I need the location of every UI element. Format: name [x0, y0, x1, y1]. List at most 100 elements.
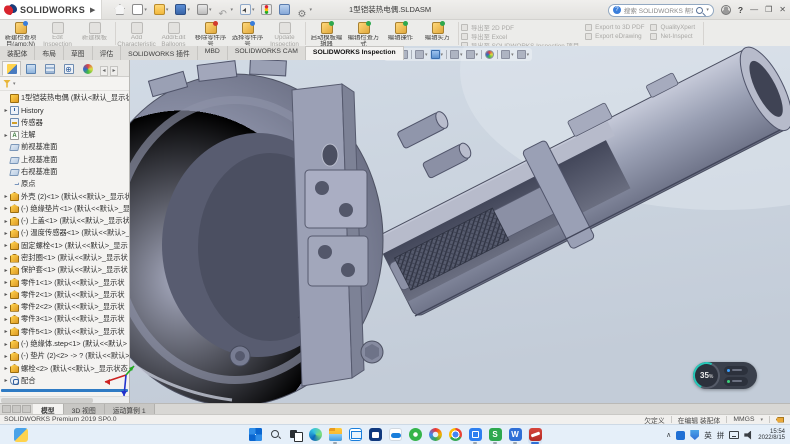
- split-pane-button[interactable]: [12, 405, 21, 413]
- dropdown-caret-icon[interactable]: ▾: [252, 7, 255, 13]
- expand-arrow-icon[interactable]: ▸: [2, 304, 10, 311]
- expand-arrow-icon[interactable]: ▸: [2, 365, 10, 372]
- doc-tab-motion-study-1[interactable]: 运动算例 1: [105, 404, 155, 414]
- dropdown-caret-icon[interactable]: ▾: [144, 7, 147, 13]
- taskbar-word-button[interactable]: [508, 428, 522, 444]
- edit-operation-button[interactable]: 编辑操作: [382, 21, 419, 42]
- help-button[interactable]: ?: [738, 5, 743, 15]
- panel-tab-dimxpertmanager[interactable]: [59, 61, 78, 76]
- qat-save-button[interactable]: ▾: [173, 3, 192, 16]
- dropdown-caret-icon[interactable]: ▾: [309, 7, 312, 13]
- qat-options-button[interactable]: ▾: [295, 3, 314, 16]
- tree-item-part2-1[interactable]: ▸零件2<1> (默认<<默认>_显示状: [0, 289, 129, 301]
- qat-undo-button[interactable]: ▾: [216, 3, 235, 16]
- dropdown-caret-icon[interactable]: ▾: [230, 7, 233, 13]
- taskbar-mail-button[interactable]: [348, 428, 362, 444]
- taskbar-onedrive-button[interactable]: [388, 428, 402, 444]
- edit-inspection-method-button[interactable]: 编辑检查方式: [345, 21, 382, 49]
- search-caret-icon[interactable]: ▾: [706, 7, 709, 13]
- tab-assembly[interactable]: 装配体: [0, 46, 35, 60]
- search-scope-icon[interactable]: [613, 6, 621, 14]
- expand-arrow-icon[interactable]: ▸: [2, 353, 10, 360]
- qat-home-button[interactable]: [112, 3, 127, 16]
- tab-sketch[interactable]: 草图: [64, 46, 93, 60]
- dropdown-caret-icon[interactable]: ▾: [527, 52, 530, 58]
- tree-item-insulation-gasket[interactable]: ▸(-) 绝缘垫片<1> (默认<<默认>_显: [0, 203, 129, 215]
- split-pane-button[interactable]: [2, 405, 11, 413]
- filter-caret-icon[interactable]: ▾: [13, 81, 16, 87]
- dropdown-caret-icon[interactable]: ▾: [209, 7, 212, 13]
- tab-cam[interactable]: SOLIDWORKS CAM: [228, 46, 306, 60]
- tree-item-history[interactable]: ▸History: [0, 104, 129, 116]
- tag-icon[interactable]: [776, 417, 784, 423]
- view-settings-button[interactable]: ▾: [517, 50, 530, 59]
- tree-item-sensors[interactable]: 传感器: [0, 117, 129, 129]
- tree-item-gasket[interactable]: ▸(-) 垫片 (2)<2> -> ? (默认<<默认>: [0, 350, 129, 362]
- tree-item-part5[interactable]: ▸零件5<1> (默认<<默认>_显示状: [0, 326, 129, 338]
- tree-item-part3[interactable]: ▸零件3<1> (默认<<默认>_显示状: [0, 313, 129, 325]
- qat-select-button[interactable]: ▾: [238, 3, 257, 16]
- tab-evaluate[interactable]: 评估: [93, 46, 122, 60]
- expand-arrow-icon[interactable]: ▸: [2, 218, 10, 225]
- tree-item-shell[interactable]: ▸外壳 (2)<1> (默认<<默认>_显示状: [0, 190, 129, 202]
- qat-open-button[interactable]: ▾: [152, 3, 171, 16]
- taskbar-file-explorer-button[interactable]: [328, 428, 342, 444]
- dropdown-caret-icon[interactable]: ▾: [425, 52, 428, 58]
- taskbar-youdao-button[interactable]: [468, 428, 482, 444]
- ime-indicator[interactable]: 拼: [717, 430, 725, 441]
- tab-scroll-left-button[interactable]: ◂: [100, 66, 108, 76]
- dropdown-caret-icon[interactable]: ▾: [460, 52, 463, 58]
- dropdown-caret-icon[interactable]: ▾: [511, 52, 514, 58]
- taskbar-browser-360-button[interactable]: [428, 428, 442, 444]
- graphics-area[interactable]: 装配体布局草图评估SOLIDWORKS 插件MBDSOLIDWORKS CAMS…: [0, 46, 790, 403]
- taskbar-task-view-button[interactable]: [288, 428, 302, 444]
- expand-arrow-icon[interactable]: ▸: [2, 242, 10, 249]
- panel-tab-displaymanager[interactable]: [78, 61, 97, 76]
- taskbar-edge-button[interactable]: [308, 428, 322, 444]
- taskbar-app-green-button[interactable]: [408, 428, 422, 444]
- search-icon[interactable]: [696, 7, 703, 14]
- expand-arrow-icon[interactable]: ▸: [2, 267, 10, 274]
- restore-button[interactable]: ❐: [765, 0, 772, 20]
- tree-item-protective-sleeve[interactable]: ▸保护套<1> (默认<<默认>_显示状: [0, 264, 129, 276]
- expand-arrow-icon[interactable]: ▸: [2, 205, 10, 212]
- tree-item-right-plane[interactable]: 右视基准面: [0, 166, 129, 178]
- expand-arrow-icon[interactable]: ▸: [2, 316, 10, 323]
- expand-arrow-icon[interactable]: ▸: [2, 279, 10, 286]
- tree-item-part1[interactable]: ▸零件1<1> (默认<<默认>_显示状: [0, 276, 129, 288]
- close-button[interactable]: ✕: [779, 0, 786, 20]
- edit-appearance-button[interactable]: [485, 50, 494, 59]
- expand-arrow-icon[interactable]: ▸: [2, 107, 10, 114]
- panel-tab-propertymanager[interactable]: [21, 61, 40, 76]
- volume-icon[interactable]: [744, 431, 753, 440]
- help-search-box[interactable]: 搜索 SOLIDWORKS 帮助 ▾: [608, 4, 714, 17]
- expand-arrow-icon[interactable]: ▸: [2, 193, 10, 200]
- apply-scene-button[interactable]: ▾: [501, 50, 514, 59]
- expand-arrow-icon[interactable]: ▸: [2, 377, 10, 384]
- solidworks-logo[interactable]: SOLIDWORKS ▶: [0, 0, 102, 19]
- tree-item-top-cover[interactable]: ▸(-) 上盖<1> (默认<<默认>_显示状: [0, 215, 129, 227]
- expand-arrow-icon[interactable]: ▸: [2, 291, 10, 298]
- expand-arrow-icon[interactable]: ▸: [2, 328, 10, 335]
- taskbar-clock[interactable]: 15:54 2022/8/15: [758, 429, 785, 442]
- widgets-icon[interactable]: [14, 428, 28, 442]
- tree-item-fixing-bolt[interactable]: ▸固定螺栓<1> (默认<<默认>_显示: [0, 240, 129, 252]
- tab-add-ins[interactable]: SOLIDWORKS 插件: [121, 46, 198, 60]
- tree-item-insulator-step[interactable]: ▸(-) 绝缘体.step<1> (默认<<默认>: [0, 338, 129, 350]
- doc-tab-model[interactable]: 模型: [33, 404, 64, 414]
- widget-button-bottom[interactable]: [724, 377, 748, 386]
- minimize-button[interactable]: —: [750, 0, 758, 20]
- tree-item-origin[interactable]: 原点: [0, 178, 129, 190]
- tray-overflow-chevron-icon[interactable]: ∧: [666, 431, 671, 439]
- taskbar-chrome-button[interactable]: [448, 428, 462, 444]
- section-view-button[interactable]: ▾: [415, 50, 428, 59]
- qat-rebuild-button[interactable]: [259, 3, 274, 16]
- panel-tab-featuremanager[interactable]: [2, 61, 21, 76]
- unit-caret-icon[interactable]: ▾: [760, 417, 763, 423]
- launch-template-editor-button[interactable]: 启动模板编辑器: [308, 21, 345, 49]
- taskbar-wps-button[interactable]: [488, 428, 502, 444]
- qat-file-properties-button[interactable]: [277, 3, 292, 16]
- tree-item-top-plane[interactable]: 上视基准面: [0, 153, 129, 165]
- new-inspection-project-button[interactable]: 新建检查项目(amp;N): [2, 21, 39, 49]
- taskbar-start-button[interactable]: [248, 428, 262, 444]
